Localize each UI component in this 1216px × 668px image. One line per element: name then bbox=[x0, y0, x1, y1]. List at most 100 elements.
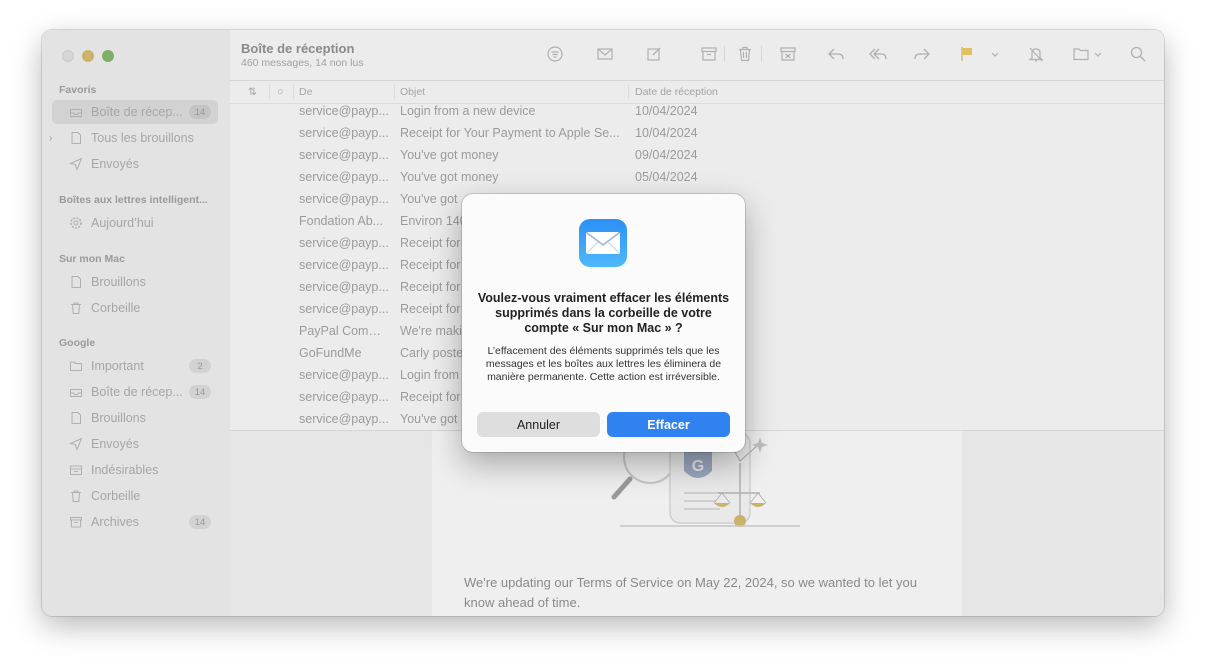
trash-icon bbox=[68, 489, 84, 503]
sidebar-item-google-junk[interactable]: Indésirables bbox=[52, 458, 218, 482]
sidebar-item-label: Corbeille bbox=[91, 301, 141, 315]
archive-icon[interactable] bbox=[699, 44, 719, 64]
column-separator bbox=[293, 85, 294, 99]
minimize-window-button[interactable] bbox=[82, 50, 94, 62]
row-from: service@payp... bbox=[299, 412, 389, 426]
unread-count-badge: 14 bbox=[189, 385, 211, 399]
close-window-button[interactable] bbox=[62, 50, 74, 62]
sidebar-item-google-drafts[interactable]: Brouillons bbox=[52, 406, 218, 430]
toolbar: Boîte de réception 460 messages, 14 non … bbox=[230, 30, 1164, 81]
row-from: service@payp... bbox=[299, 104, 389, 118]
row-from: GoFundMe bbox=[299, 346, 362, 360]
sidebar-item-all-drafts[interactable]: › Tous les brouillons bbox=[49, 126, 218, 150]
chevron-down-icon[interactable] bbox=[985, 44, 1005, 64]
sidebar-item-today[interactable]: Aujourd’hui bbox=[52, 211, 218, 235]
sidebar-item-mac-drafts[interactable]: Brouillons bbox=[52, 270, 218, 294]
sidebar-item-label: Aujourd’hui bbox=[91, 216, 154, 230]
sent-icon bbox=[68, 437, 84, 451]
message-list-header: ⇅ ○ De Objet Date de réception bbox=[230, 81, 1164, 104]
sidebar-item-mac-trash[interactable]: Corbeille bbox=[52, 296, 218, 320]
trash-icon bbox=[68, 301, 84, 315]
sidebar-section-favorites: Favoris bbox=[59, 84, 97, 96]
sidebar-item-label: Important bbox=[91, 359, 144, 373]
unread-count-badge: 14 bbox=[189, 515, 211, 529]
column-separator bbox=[628, 85, 629, 99]
sidebar-item-favorites-inbox[interactable]: Boîte de récep... 14 bbox=[52, 100, 218, 124]
sidebar-item-label: Indésirables bbox=[91, 463, 159, 477]
table-row[interactable]: service@payp... Login from a new device 10… bbox=[230, 104, 1164, 126]
row-from: PayPal Comm... bbox=[299, 324, 389, 338]
dialog-title: Voulez-vous vraiment effacer les élément… bbox=[477, 291, 730, 335]
sidebar-item-label: Archives bbox=[91, 515, 139, 529]
unread-count-badge: 14 bbox=[189, 105, 211, 119]
sidebar-item-google-sent[interactable]: Envoyés bbox=[52, 432, 218, 456]
junk-icon[interactable] bbox=[778, 44, 798, 64]
row-from: service@payp... bbox=[299, 302, 389, 316]
dialog-message: L’effacement des éléments supprimés tels… bbox=[485, 345, 722, 383]
date-column-header[interactable]: Date de réception bbox=[635, 86, 718, 98]
row-from: Fondation Ab... bbox=[299, 214, 384, 228]
mute-bell-icon[interactable] bbox=[1026, 44, 1046, 64]
window-controls bbox=[62, 50, 114, 62]
inbox-icon bbox=[68, 385, 84, 399]
sidebar-item-label: Boîte de récep... bbox=[91, 385, 183, 399]
row-from: service@payp... bbox=[299, 126, 389, 140]
draft-icon bbox=[68, 411, 84, 425]
logo-letter: G bbox=[692, 458, 704, 475]
sort-column-header[interactable]: ⇅ bbox=[248, 86, 257, 98]
toolbar-separator bbox=[761, 46, 762, 62]
row-subject: Receipt for Your Payment to Apple Se... bbox=[400, 126, 620, 140]
status-column-header[interactable]: ○ bbox=[277, 86, 283, 98]
sidebar-item-label: Tous les brouillons bbox=[91, 131, 194, 145]
toolbar-icons bbox=[230, 44, 1164, 66]
table-row[interactable]: service@payp... Receipt for Your Payment … bbox=[230, 126, 1164, 148]
table-row[interactable]: service@payp... You've got money 05/04/202… bbox=[230, 170, 1164, 192]
sidebar-item-label: Corbeille bbox=[91, 489, 141, 503]
row-date: 09/04/2024 bbox=[635, 148, 698, 162]
sent-icon bbox=[68, 157, 84, 171]
column-separator bbox=[394, 85, 395, 99]
column-separator bbox=[269, 85, 270, 99]
row-subject: Login from a new device bbox=[400, 104, 536, 118]
sidebar-item-google-inbox[interactable]: Boîte de récep... 14 bbox=[52, 380, 218, 404]
chevron-down-icon[interactable] bbox=[1088, 44, 1108, 64]
row-from: service@payp... bbox=[299, 236, 389, 250]
row-from: service@payp... bbox=[299, 368, 389, 382]
erase-deleted-items-dialog: Voulez-vous vraiment effacer les élément… bbox=[462, 194, 745, 452]
draft-icon bbox=[68, 131, 84, 145]
row-from: service@payp... bbox=[299, 192, 389, 206]
sidebar-section-on-my-mac: Sur mon Mac bbox=[59, 253, 125, 265]
sidebar-item-google-important[interactable]: Important 2 bbox=[52, 354, 218, 378]
sidebar-item-favorites-sent[interactable]: Envoyés bbox=[52, 152, 218, 176]
trash-icon[interactable] bbox=[735, 44, 755, 64]
row-date: 10/04/2024 bbox=[635, 104, 698, 118]
erase-button[interactable]: Effacer bbox=[607, 412, 730, 437]
row-date: 05/04/2024 bbox=[635, 170, 698, 184]
reply-all-icon[interactable] bbox=[868, 44, 888, 64]
folder-icon bbox=[68, 359, 84, 373]
forward-icon[interactable] bbox=[912, 44, 932, 64]
sidebar-item-google-archives[interactable]: Archives 14 bbox=[52, 510, 218, 534]
from-column-header[interactable]: De bbox=[299, 86, 312, 98]
search-icon[interactable] bbox=[1128, 44, 1148, 64]
sidebar-item-label: Brouillons bbox=[91, 411, 146, 425]
flag-icon[interactable] bbox=[957, 44, 977, 64]
sidebar-item-label: Boîte de récep... bbox=[91, 105, 183, 119]
cancel-button[interactable]: Annuler bbox=[477, 412, 600, 437]
reply-icon[interactable] bbox=[826, 44, 846, 64]
archive-icon bbox=[68, 515, 84, 529]
sidebar-item-label: Envoyés bbox=[91, 437, 139, 451]
row-subject: You've got money bbox=[400, 170, 499, 184]
sidebar-item-google-trash[interactable]: Corbeille bbox=[52, 484, 218, 508]
inbox-icon bbox=[68, 105, 84, 119]
compose-icon[interactable] bbox=[644, 44, 664, 64]
chevron-right-icon[interactable]: › bbox=[49, 133, 52, 144]
zoom-window-button[interactable] bbox=[102, 50, 114, 62]
filter-icon[interactable] bbox=[545, 44, 565, 64]
table-row[interactable]: service@payp... You've got money 09/04/202… bbox=[230, 148, 1164, 170]
subject-column-header[interactable]: Objet bbox=[400, 86, 425, 98]
toolbar-separator bbox=[724, 46, 725, 62]
get-mail-icon[interactable] bbox=[595, 44, 615, 64]
unread-count-badge: 2 bbox=[189, 359, 211, 373]
row-from: service@payp... bbox=[299, 148, 389, 162]
